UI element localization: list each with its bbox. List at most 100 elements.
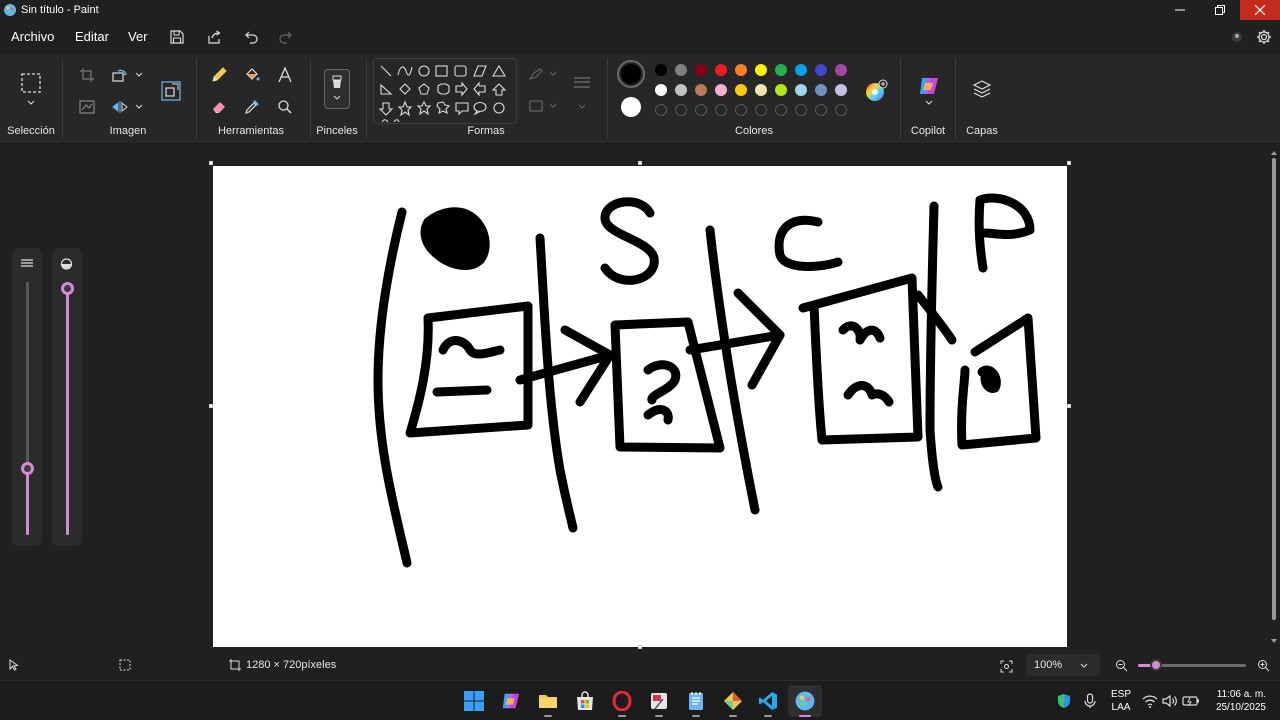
fill-shape-button[interactable]	[527, 97, 559, 115]
copilot-button[interactable]	[916, 74, 942, 98]
palette-color-swatch[interactable]	[655, 64, 667, 76]
palette-color-swatch[interactable]	[675, 84, 687, 96]
restore-button[interactable]	[1200, 0, 1240, 20]
taskbar-opera[interactable]	[610, 689, 634, 717]
custom-color-slot[interactable]	[815, 104, 827, 116]
edit-colors-button[interactable]	[863, 78, 889, 104]
palette-color-swatch[interactable]	[715, 84, 727, 96]
shape-size-button[interactable]	[571, 74, 593, 92]
fill-tool-button[interactable]	[242, 65, 262, 85]
custom-color-slot[interactable]	[775, 104, 787, 116]
taskbar-paint[interactable]	[793, 689, 817, 717]
primary-color-button[interactable]	[617, 60, 645, 88]
tray-defender[interactable]	[1052, 689, 1076, 713]
eraser-tool-button[interactable]	[209, 97, 229, 117]
palette-color-swatch[interactable]	[775, 84, 787, 96]
selection-dropdown[interactable]	[25, 98, 37, 106]
resize-handle-bottom[interactable]	[638, 645, 642, 649]
zoom-slider-thumb[interactable]	[1150, 659, 1162, 671]
zoom-out-button[interactable]	[1113, 657, 1129, 673]
rotate-button[interactable]	[111, 66, 129, 84]
custom-color-slot[interactable]	[675, 104, 687, 116]
tray-quick-settings[interactable]	[1140, 689, 1202, 713]
custom-color-slot[interactable]	[735, 104, 747, 116]
rotate-dropdown[interactable]	[134, 70, 144, 78]
palette-color-swatch[interactable]	[755, 84, 767, 96]
custom-color-slot[interactable]	[715, 104, 727, 116]
menu-archivo[interactable]: Archivo	[11, 29, 54, 44]
palette-color-swatch[interactable]	[735, 64, 747, 76]
brush-size-slider[interactable]	[21, 462, 34, 475]
taskbar-git-tool[interactable]	[721, 689, 745, 717]
palette-color-swatch[interactable]	[715, 64, 727, 76]
palette-color-swatch[interactable]	[815, 64, 827, 76]
menu-ver[interactable]: Ver	[128, 29, 148, 44]
palette-color-swatch[interactable]	[775, 64, 787, 76]
share-button[interactable]	[205, 28, 223, 46]
secondary-color-button[interactable]	[620, 96, 642, 118]
palette-color-swatch[interactable]	[695, 64, 707, 76]
layers-button[interactable]	[971, 78, 993, 100]
palette-color-swatch[interactable]	[675, 64, 687, 76]
copilot-dropdown[interactable]	[924, 98, 934, 106]
palette-color-swatch[interactable]	[795, 84, 807, 96]
taskbar-snipping-tool[interactable]	[647, 689, 671, 717]
brushes-button[interactable]	[324, 69, 350, 109]
palette-color-swatch[interactable]	[755, 64, 767, 76]
close-button[interactable]	[1240, 0, 1280, 20]
custom-color-slot[interactable]	[835, 104, 847, 116]
resize-handle-top-right[interactable]	[1067, 161, 1071, 165]
resize-handle-right[interactable]	[1067, 404, 1071, 408]
custom-color-slot[interactable]	[755, 104, 767, 116]
taskbar-microsoft-store[interactable]	[573, 689, 597, 713]
resize-handle-left[interactable]	[209, 404, 213, 408]
scrollbar-thumb[interactable]	[1272, 158, 1276, 620]
palette-color-swatch[interactable]	[835, 84, 847, 96]
fit-to-window-button[interactable]	[997, 657, 1015, 675]
redo-button[interactable]	[276, 28, 294, 46]
custom-color-slot[interactable]	[695, 104, 707, 116]
shape-size-dropdown[interactable]	[577, 102, 587, 110]
palette-color-swatch[interactable]	[835, 64, 847, 76]
vertical-scrollbar[interactable]	[1270, 150, 1278, 648]
resize-handle-top-left[interactable]	[209, 161, 213, 165]
flip-button[interactable]	[111, 98, 129, 116]
opacity-slider[interactable]	[61, 282, 74, 295]
pencil-tool-button[interactable]	[209, 65, 229, 85]
undo-button[interactable]	[243, 28, 261, 46]
zoom-in-button[interactable]	[1255, 657, 1271, 673]
account-button[interactable]	[1228, 28, 1246, 46]
outline-button[interactable]	[527, 65, 559, 83]
custom-color-slot[interactable]	[655, 104, 667, 116]
flip-dropdown[interactable]	[134, 102, 144, 110]
settings-button[interactable]	[1255, 28, 1273, 46]
shapes-gallery[interactable]	[373, 58, 517, 124]
crop-button[interactable]	[78, 66, 96, 84]
tray-microphone[interactable]	[1078, 689, 1102, 713]
zoom-select[interactable]: 100%	[1026, 654, 1100, 676]
palette-color-swatch[interactable]	[815, 84, 827, 96]
taskbar-notepad[interactable]	[684, 689, 708, 717]
palette-color-swatch[interactable]	[695, 84, 707, 96]
color-picker-button[interactable]	[242, 97, 262, 117]
tray-clock[interactable]: 11:06 a. m. 25/10/2025	[1206, 688, 1266, 714]
taskbar-file-explorer[interactable]	[536, 689, 560, 717]
taskbar-copilot[interactable]	[499, 689, 523, 713]
start-button[interactable]	[462, 689, 486, 713]
tray-language[interactable]: ESP LAA	[1106, 688, 1136, 714]
resize-button[interactable]	[160, 80, 182, 102]
minimize-button[interactable]	[1160, 0, 1200, 20]
resize-handle-top[interactable]	[638, 161, 642, 165]
text-tool-button[interactable]	[275, 65, 295, 85]
selection-tool-button[interactable]	[20, 72, 42, 94]
custom-color-slot[interactable]	[795, 104, 807, 116]
magnifier-button[interactable]	[275, 97, 295, 117]
image-effect-button[interactable]	[78, 98, 96, 116]
palette-color-swatch[interactable]	[795, 64, 807, 76]
taskbar-vscode[interactable]	[756, 689, 780, 717]
palette-color-swatch[interactable]	[735, 84, 747, 96]
palette-color-swatch[interactable]	[655, 84, 667, 96]
save-button[interactable]	[168, 28, 186, 46]
menu-editar[interactable]: Editar	[75, 29, 109, 44]
drawing-canvas[interactable]	[213, 166, 1067, 647]
